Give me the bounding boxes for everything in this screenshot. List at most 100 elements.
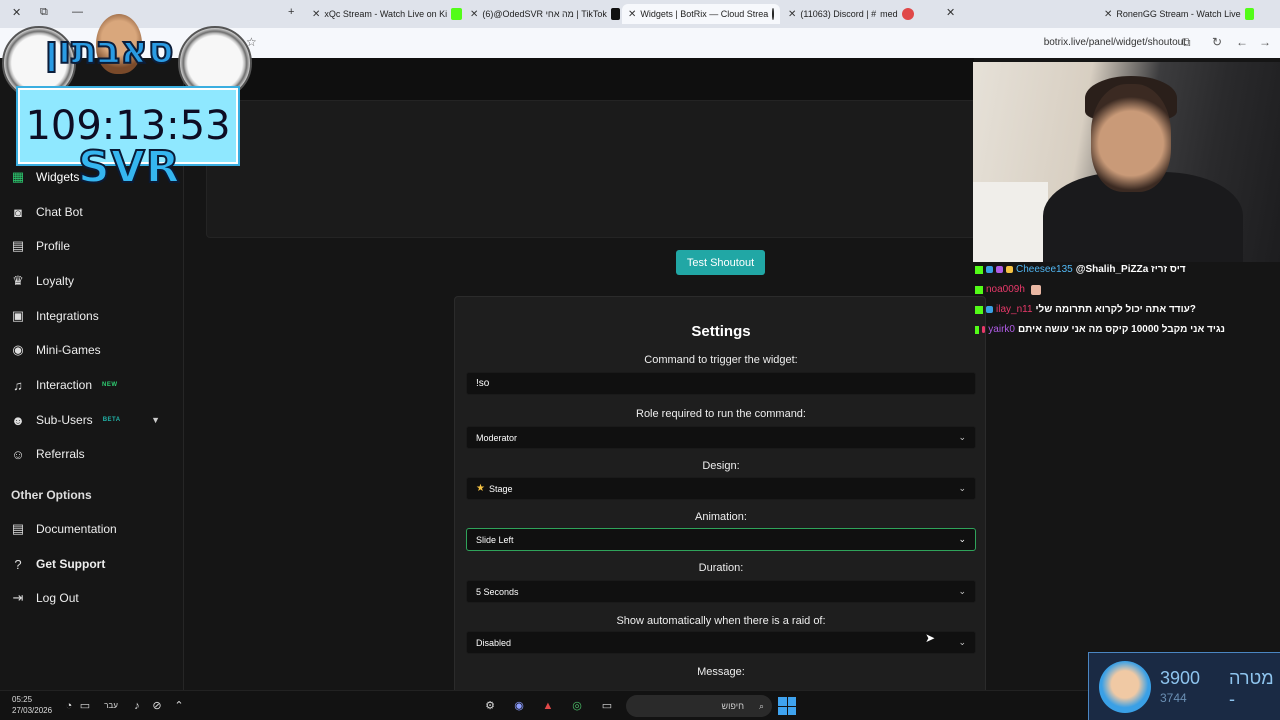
command-value: !so (476, 378, 490, 389)
badge-icon (986, 306, 993, 313)
star-icon: ★ (476, 483, 485, 494)
sidebar-item-label: Profile (36, 239, 71, 253)
sidebar-item-label: Get Support (36, 557, 106, 571)
robot-icon: ◙ (14, 204, 22, 220)
browser-tab-active[interactable]: ✕ Widgets | BotRix — Cloud Strea (622, 4, 780, 24)
search-icon: ⌕ (758, 700, 764, 711)
tab-title: xQc Stream - Watch Live on Ki (324, 9, 448, 19)
browser-tab[interactable]: ✕ (11063) Discord | # med (788, 4, 938, 24)
sidebar-item-label: Mini-Games (36, 343, 101, 357)
referral-icon: ☺ (11, 446, 25, 462)
language-indicator[interactable]: עבר (102, 697, 120, 715)
display-icon[interactable]: ▭ (76, 697, 94, 715)
sidebar-item-label: Referrals (36, 447, 85, 461)
tab-close-icon[interactable]: ✕ (470, 9, 478, 20)
taskbar-clock[interactable]: 05:25 27/03/2026 (12, 694, 52, 716)
animation-select[interactable]: Slide Left ⌄ (466, 528, 976, 551)
badge-icon (986, 266, 993, 273)
microphone-icon[interactable]: ♪ (128, 697, 146, 715)
goal-overlay: 3900 מטרה - 3744 (1088, 652, 1280, 720)
command-input[interactable]: !so (466, 372, 976, 395)
role-label: Role required to run the command: (636, 408, 806, 420)
sidebar-item-loyalty[interactable]: ♛ Loyalty (0, 266, 184, 296)
clock-date: 27/03/2026 (12, 706, 53, 715)
goal-label: מטרה - (1229, 668, 1274, 709)
users-icon: ☻ (11, 412, 25, 428)
chevron-down-icon: ⌄ (958, 483, 966, 493)
botrix-favicon-icon (772, 8, 774, 20)
search-placeholder: חיפוש (721, 701, 744, 711)
sidebar-item-chat-bot[interactable]: ◙ Chat Bot (0, 197, 184, 227)
sidebar-item-integrations[interactable]: ▣ Integrations (0, 301, 184, 331)
browser-tab[interactable]: ✕ RonenGG Stream - Watch Live (1104, 4, 1254, 24)
reload-icon[interactable]: ↻ (1212, 35, 1222, 49)
raid-label: Show automatically when there is a raid … (616, 615, 826, 627)
url-field[interactable]: botrix.live/panel/widget/shoutout (1044, 37, 1186, 48)
chat-message: noa009h (975, 284, 1225, 295)
test-shoutout-button[interactable]: Test Shoutout (676, 250, 765, 275)
new-tab-icon[interactable]: + (288, 6, 294, 18)
sidebar-item-log-out[interactable]: ⇥ Log Out (0, 583, 184, 613)
sidebar-item-documentation[interactable]: ▤ Documentation (0, 514, 184, 544)
settings-title: Settings (691, 323, 751, 340)
music-icon: ♫ (13, 377, 23, 393)
chat-message: ilay_n11 עודד אתה יכול לקרוא תתרומה שלי? (975, 304, 1225, 315)
sidebar-item-label: Chat Bot (36, 205, 83, 219)
forward-icon[interactable]: ← (1236, 35, 1248, 49)
streamer-face (1091, 84, 1171, 192)
tab-close-icon[interactable]: ✕ (312, 9, 320, 20)
discord-icon[interactable]: ◉ (510, 697, 528, 715)
goal-value: 3900 (1160, 668, 1201, 688)
raid-select[interactable]: Disabled ⌄ (466, 631, 976, 654)
tab-close-icon[interactable]: ✕ (788, 9, 796, 20)
sidebar-item-mini-games[interactable]: ◉ Mini-Games (0, 335, 184, 365)
crown-badge-icon (1006, 266, 1013, 273)
youtube-favicon-icon (901, 8, 914, 20)
chrome-icon[interactable]: ◎ (568, 697, 586, 715)
file-explorer-icon[interactable]: ▭ (598, 697, 616, 715)
sidebar-item-get-support[interactable]: ? Get Support (0, 549, 184, 579)
doc-icon: ▤ (11, 521, 25, 536)
chevron-down-icon: ⌄ (958, 534, 966, 544)
sidebar-item-interaction[interactable]: ♫ Interaction NEW (0, 370, 184, 400)
network-off-icon[interactable]: ⊘ (148, 697, 166, 715)
steam-icon[interactable]: ⚙ (481, 697, 499, 715)
chevron-up-icon[interactable]: ⌃ (170, 697, 188, 715)
settings-panel: Settings Command to trigger the widget: … (454, 296, 986, 696)
tab-close-icon[interactable]: ✕ (1104, 9, 1112, 20)
chat-text: נגיד אני מקבל 10000 קיקס מה אני עושה אית… (1017, 324, 1225, 335)
tab-close-icon[interactable]: ✕ (628, 9, 636, 20)
kick-favicon-icon (1244, 8, 1254, 20)
windows-start-icon[interactable] (778, 697, 796, 715)
browser-tab[interactable]: ✕ xQc Stream - Watch Live on Ki (312, 4, 462, 24)
role-select[interactable]: Moderator ⌄ (466, 426, 976, 449)
sidebar-item-profile[interactable]: ▤ Profile (0, 231, 184, 261)
chevron-down-icon: ⌄ (958, 637, 966, 647)
svr-logo: SVR (77, 141, 181, 194)
chevron-down-icon[interactable]: ▼ (151, 415, 160, 425)
taskbar-search[interactable]: חיפוש ⌕ (626, 695, 772, 717)
sidebar-item-sub-users[interactable]: ☻ Sub-Users BETA ▼ (0, 405, 184, 435)
chat-text: @Shalih_PiZZa דיס זריז (1075, 264, 1186, 275)
sidebar-item-label: Documentation (36, 522, 117, 536)
back-icon[interactable]: → (1259, 35, 1271, 49)
kick-badge-icon (975, 285, 983, 294)
kick-badge-icon (975, 325, 979, 334)
translate-icon[interactable]: ⧉ (1182, 35, 1191, 50)
sidebar-item-referrals[interactable]: ☺ Referrals (0, 439, 184, 469)
app-icon[interactable]: ▲ (539, 697, 557, 715)
design-select[interactable]: ★ Stage ⌄ (466, 477, 976, 500)
tab-close-icon[interactable]: ✕ (946, 6, 955, 19)
overlay-title: סאבתון (44, 27, 175, 73)
tab-title: (6)@OdedSVR מה אחי | TikTok (482, 9, 607, 19)
goal-avatar (1099, 661, 1151, 713)
taskbar: 05:25 27/03/2026 ◔ ▭ עבר ♪ ⊘ ⌃ ⚙ ◉ ▲ ◎ ▭… (0, 690, 1088, 720)
kick-badge-icon (975, 265, 983, 274)
chevron-down-icon: ⌄ (958, 586, 966, 596)
browser-tab[interactable]: ✕ (6)@OdedSVR מה אחי | TikTok (470, 4, 620, 24)
clock-time: 05:25 (12, 695, 33, 704)
animation-label: Animation: (695, 511, 747, 523)
design-value: Stage (488, 483, 513, 494)
logout-icon: ⇥ (12, 590, 24, 605)
duration-select[interactable]: 5 Seconds ⌄ (466, 580, 976, 603)
